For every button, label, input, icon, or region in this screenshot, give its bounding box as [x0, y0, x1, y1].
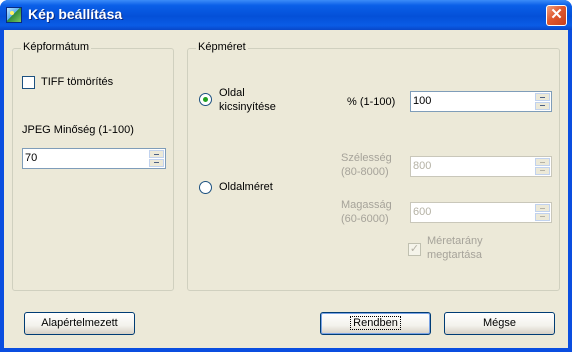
- size-group-label: Képméret: [196, 41, 248, 53]
- percent-down-button[interactable]: [535, 102, 550, 110]
- ok-button[interactable]: Rendben: [320, 312, 431, 335]
- size-group: Képméret Oldal kicsinyítése % (1-100) 10…: [187, 41, 560, 291]
- format-group-label: Képformátum: [21, 41, 92, 53]
- picture-icon: [6, 7, 22, 23]
- reduce-page-label-line2: kicsinyítése: [219, 101, 276, 113]
- page-size-label: Oldalméret: [219, 181, 273, 193]
- reduce-page-label-line1: Oldal: [219, 87, 245, 99]
- tiff-checkbox[interactable]: [22, 76, 35, 89]
- height-label-line2: (60-6000): [341, 213, 389, 225]
- jpeg-quality-up-button[interactable]: [149, 150, 164, 158]
- jpeg-quality-value: 70: [25, 152, 38, 164]
- height-stepper[interactable]: 600: [410, 202, 552, 223]
- width-label-line1: Szélesség: [341, 152, 392, 164]
- tiff-label: TIFF tömörítés: [41, 76, 114, 88]
- width-label-line2: (80-8000): [341, 166, 389, 178]
- close-button[interactable]: ✕: [546, 5, 567, 26]
- height-spin-buttons: [535, 204, 550, 221]
- jpeg-quality-spin-buttons: [149, 150, 164, 167]
- page-size-radio[interactable]: [199, 181, 212, 194]
- format-group: Képformátum TIFF tömörítés JPEG Minőség …: [12, 41, 174, 291]
- height-down-button[interactable]: [535, 213, 550, 221]
- jpeg-quality-down-button[interactable]: [149, 159, 164, 167]
- width-stepper[interactable]: 800: [410, 156, 552, 177]
- ok-button-label: Rendben: [350, 316, 401, 330]
- keep-aspect-label-line2: megtartása: [427, 249, 483, 261]
- reduce-page-radio[interactable]: [199, 93, 212, 106]
- defaults-button[interactable]: Alapértelmezett: [24, 312, 135, 335]
- dialog-body: Képformátum TIFF tömörítés JPEG Minőség …: [4, 30, 568, 348]
- dialog-window: Kép beállítása ✕ Képformátum TIFF tömörí…: [0, 0, 572, 352]
- percent-value: 100: [413, 95, 432, 107]
- width-up-button[interactable]: [535, 158, 550, 166]
- keep-aspect-label-line1: Méretarány: [427, 235, 483, 247]
- jpeg-quality-stepper[interactable]: 70: [22, 148, 166, 169]
- cancel-button[interactable]: Mégse: [444, 312, 555, 335]
- title-bar[interactable]: Kép beállítása ✕: [0, 0, 572, 30]
- height-up-button[interactable]: [535, 204, 550, 212]
- percent-stepper[interactable]: 100: [410, 91, 552, 112]
- width-value: 800: [413, 160, 432, 172]
- keep-aspect-checkbox[interactable]: ✓: [408, 243, 421, 256]
- percent-label: % (1-100): [347, 96, 396, 108]
- percent-spin-buttons: [535, 93, 550, 110]
- width-down-button[interactable]: [535, 167, 550, 175]
- width-spin-buttons: [535, 158, 550, 175]
- window-title: Kép beállítása: [28, 6, 123, 22]
- percent-up-button[interactable]: [535, 93, 550, 101]
- height-label-line1: Magasság: [341, 199, 392, 211]
- height-value: 600: [413, 206, 432, 218]
- jpeg-quality-label: JPEG Minőség (1-100): [22, 124, 134, 136]
